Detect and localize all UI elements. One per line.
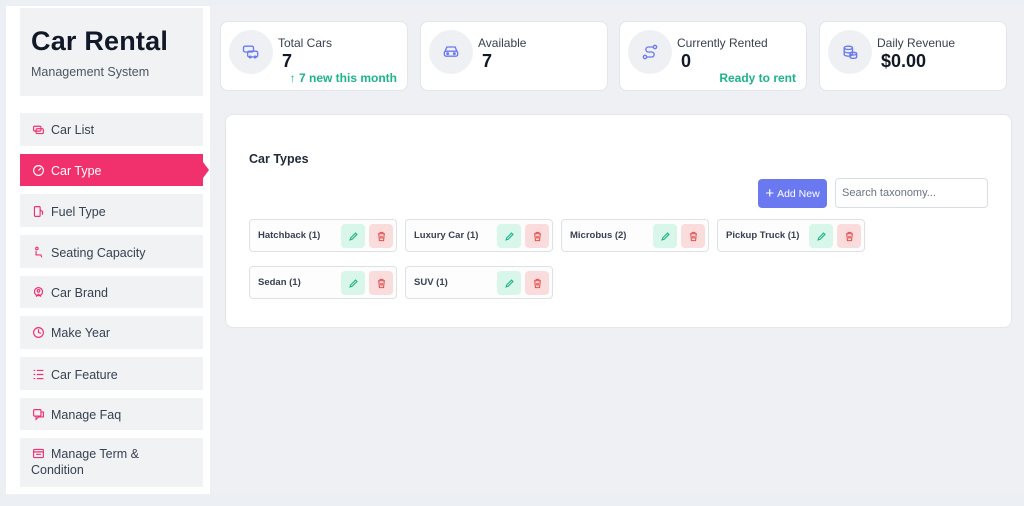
- feature-list-icon: [31, 367, 45, 381]
- search-taxonomy-input[interactable]: [835, 178, 988, 208]
- trash-icon: [377, 231, 385, 241]
- app-window: Car Rental Management System Car List Ca…: [6, 6, 1024, 494]
- sidebar-item-car-list[interactable]: Car List: [20, 113, 203, 146]
- stat-value: 7: [482, 51, 493, 71]
- cars-icon: [229, 30, 273, 74]
- stat-value: $0.00: [881, 51, 927, 71]
- delete-button[interactable]: [525, 224, 549, 248]
- edit-button[interactable]: [341, 271, 365, 295]
- brand-panel: Car Rental Management System: [20, 8, 203, 96]
- pencil-icon: [660, 231, 670, 241]
- route-icon: [628, 30, 672, 74]
- add-new-button[interactable]: + Add New: [758, 179, 827, 208]
- edit-button[interactable]: [653, 224, 677, 248]
- car-front-icon: [429, 30, 473, 74]
- trash-icon: [845, 231, 853, 241]
- sidebar-item-label: Car List: [51, 123, 95, 137]
- brand-subtitle: Management System: [31, 65, 150, 79]
- car-type-name: SUV (1): [414, 277, 448, 288]
- stat-value: 7: [282, 51, 293, 71]
- car-type-name: Sedan (1): [258, 277, 301, 288]
- seat-icon: [31, 245, 45, 259]
- edit-button[interactable]: [497, 271, 521, 295]
- faq-icon: [31, 407, 45, 421]
- edit-button[interactable]: [809, 224, 833, 248]
- brand-badge-icon: [31, 285, 45, 299]
- car-type-chip: Microbus (2): [561, 219, 709, 252]
- sidebar-item-label: Manage Term & Condition: [31, 447, 140, 477]
- plus-icon: +: [765, 184, 775, 202]
- edit-button[interactable]: [497, 224, 521, 248]
- stat-note: ↑ 7 new this month: [289, 71, 397, 85]
- sidebar-item-car-type[interactable]: Car Type: [20, 154, 209, 186]
- clock-icon: [31, 325, 45, 339]
- sidebar-item-car-feature[interactable]: Car Feature: [20, 357, 203, 390]
- stat-card-daily-revenue: Daily Revenue $0.00: [819, 21, 1007, 91]
- car-type-chip: Sedan (1): [249, 266, 397, 299]
- main-content: Total Cars 7 ↑ 7 new this month Availabl…: [210, 6, 1024, 494]
- stat-card-currently-rented: Currently Rented 0 Ready to rent: [619, 21, 807, 91]
- car-type-name: Luxury Car (1): [414, 230, 479, 241]
- sidebar-item-fuel-type[interactable]: Fuel Type: [20, 194, 203, 227]
- stat-label: Currently Rented: [677, 36, 768, 50]
- sidebar-item-manage-terms[interactable]: Manage Term & Condition: [20, 438, 203, 487]
- pencil-icon: [504, 278, 514, 288]
- trash-icon: [533, 278, 541, 288]
- terms-icon: [31, 446, 45, 460]
- stat-label: Available: [478, 36, 527, 50]
- pencil-icon: [348, 278, 358, 288]
- sidebar-item-label: Car Brand: [51, 286, 108, 300]
- sidebar: Car Rental Management System Car List Ca…: [12, 6, 209, 494]
- car-type-name: Pickup Truck (1): [726, 230, 800, 241]
- pencil-icon: [348, 231, 358, 241]
- delete-button[interactable]: [525, 271, 549, 295]
- gauge-icon: [31, 163, 45, 177]
- pencil-icon: [504, 231, 514, 241]
- coins-icon: [828, 30, 872, 74]
- sidebar-item-make-year[interactable]: Make Year: [20, 316, 203, 349]
- delete-button[interactable]: [837, 224, 861, 248]
- sidebar-item-manage-faq[interactable]: Manage Faq: [20, 398, 203, 430]
- delete-button[interactable]: [369, 224, 393, 248]
- pencil-icon: [816, 231, 826, 241]
- car-type-name: Hatchback (1): [258, 230, 321, 241]
- car-list-icon: [31, 122, 45, 136]
- car-type-chip: SUV (1): [405, 266, 553, 299]
- car-type-chip: Luxury Car (1): [405, 219, 553, 252]
- sidebar-item-label: Car Type: [51, 164, 102, 178]
- sidebar-item-label: Manage Faq: [51, 408, 122, 422]
- sidebar-item-label: Fuel Type: [51, 205, 106, 219]
- stat-label: Daily Revenue: [877, 36, 956, 50]
- card-title: Car Types: [249, 152, 309, 166]
- sidebar-item-label: Make Year: [51, 326, 111, 340]
- trash-icon: [689, 231, 697, 241]
- stat-card-available: Available 7: [420, 21, 608, 91]
- car-type-chip: Pickup Truck (1): [717, 219, 865, 252]
- sidebar-item-seating-capacity[interactable]: Seating Capacity: [20, 235, 203, 268]
- delete-button[interactable]: [369, 271, 393, 295]
- sidebar-item-label: Car Feature: [51, 368, 118, 382]
- car-types-card: Car Types + Add New Hatchback (1) Luxury…: [225, 114, 1012, 328]
- edit-button[interactable]: [341, 224, 365, 248]
- brand-title: Car Rental: [31, 26, 169, 56]
- trash-icon: [533, 231, 541, 241]
- sidebar-item-label: Seating Capacity: [51, 246, 146, 260]
- stat-note: Ready to rent: [719, 71, 796, 85]
- stat-label: Total Cars: [278, 36, 333, 50]
- delete-button[interactable]: [681, 224, 705, 248]
- car-type-chip: Hatchback (1): [249, 219, 397, 252]
- add-new-label: Add New: [777, 187, 820, 200]
- fuel-icon: [31, 204, 45, 218]
- stat-value: 0: [681, 51, 692, 71]
- trash-icon: [377, 278, 385, 288]
- car-type-name: Microbus (2): [570, 230, 627, 241]
- sidebar-item-car-brand[interactable]: Car Brand: [20, 276, 203, 308]
- stat-card-total-cars: Total Cars 7 ↑ 7 new this month: [220, 21, 408, 91]
